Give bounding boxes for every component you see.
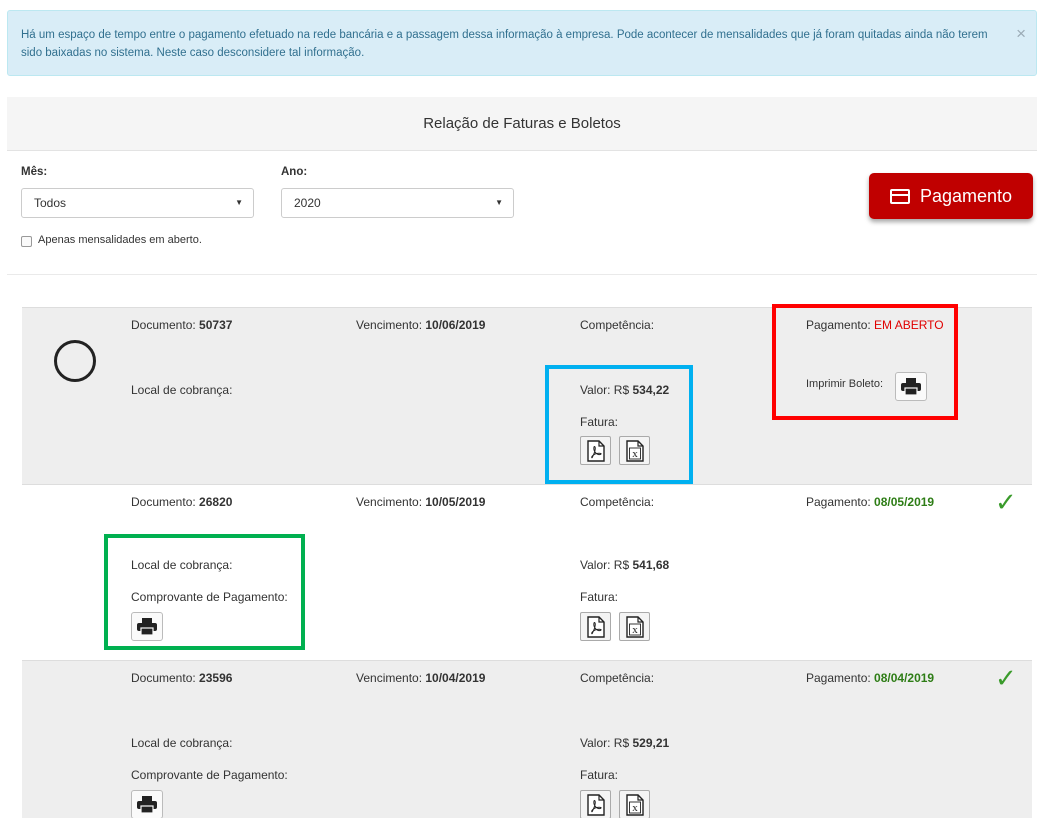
print-receipt-button[interactable] xyxy=(131,612,163,641)
printer-icon xyxy=(137,618,157,635)
pdf-download-button[interactable] xyxy=(580,790,611,818)
collection-location: Local de cobrança: xyxy=(131,383,233,397)
competence: Competência: xyxy=(580,318,655,332)
invoice-label: Fatura: xyxy=(580,415,619,429)
close-icon[interactable]: × xyxy=(1016,25,1026,42)
collection-location: Local de cobrança: xyxy=(131,558,233,572)
month-select-value: Todos xyxy=(34,196,67,210)
excel-download-button[interactable]: x xyxy=(619,436,650,465)
invoice-label: Fatura: xyxy=(580,768,619,782)
amount: Valor: R$ 541,68 xyxy=(580,558,670,572)
payment-button-label: Pagamento xyxy=(919,185,1013,206)
month-select[interactable]: Todos ▼ xyxy=(21,188,254,218)
collection-location: Local de cobrança: xyxy=(131,736,233,750)
payment-status: Pagamento: EM ABERTO xyxy=(806,318,944,332)
receipt-label: Comprovante de Pagamento: xyxy=(131,590,288,604)
pdf-download-button[interactable] xyxy=(580,612,611,641)
invoice-row: Documento: 23596 Vencimento: 10/04/2019 … xyxy=(22,660,1032,818)
printer-icon xyxy=(137,796,157,813)
excel-download-button[interactable]: x xyxy=(619,612,650,641)
document-number: Documento: 23596 xyxy=(131,671,233,685)
checkmark-icon: ✓ xyxy=(995,663,1017,693)
pdf-file-icon xyxy=(586,615,605,638)
amount: Valor: R$ 534,22 xyxy=(580,383,670,397)
svg-text:x: x xyxy=(632,624,638,636)
svg-text:x: x xyxy=(632,448,638,460)
amount: Valor: R$ 529,21 xyxy=(580,736,670,750)
payment-status: Pagamento: 08/04/2019 xyxy=(806,671,935,685)
due-date: Vencimento: 10/06/2019 xyxy=(356,318,486,332)
info-alert: Há um espaço de tempo entre o pagamento … xyxy=(7,10,1037,76)
due-date: Vencimento: 10/04/2019 xyxy=(356,671,486,685)
caret-down-icon: ▼ xyxy=(235,198,243,207)
open-only-checkbox[interactable] xyxy=(21,236,32,247)
excel-file-icon: x xyxy=(625,615,644,638)
panel-title: Relação de Faturas e Boletos xyxy=(7,97,1037,151)
excel-file-icon: x xyxy=(625,793,644,816)
competence: Competência: xyxy=(580,671,655,685)
year-select-value: 2020 xyxy=(294,196,321,210)
year-label: Ano: xyxy=(281,166,308,178)
pdf-download-button[interactable] xyxy=(580,436,611,465)
payment-button[interactable]: Pagamento xyxy=(869,173,1033,219)
excel-file-icon: x xyxy=(625,439,644,462)
checkmark-icon: ✓ xyxy=(995,487,1017,517)
credit-card-icon xyxy=(889,188,910,204)
caret-down-icon: ▼ xyxy=(495,198,503,207)
year-select[interactable]: 2020 ▼ xyxy=(281,188,514,218)
svg-text:x: x xyxy=(632,802,638,814)
receipt-label: Comprovante de Pagamento: xyxy=(131,768,288,782)
invoice-row: Documento: 26820 Vencimento: 10/05/2019 … xyxy=(22,484,1032,660)
open-only-checkbox-label: Apenas mensalidades em aberto. xyxy=(38,234,202,246)
invoice-label: Fatura: xyxy=(580,590,619,604)
competence: Competência: xyxy=(580,495,655,509)
excel-download-button[interactable]: x xyxy=(619,790,650,818)
open-circle-icon xyxy=(54,340,96,382)
document-number: Documento: 26820 xyxy=(131,495,233,509)
printer-icon xyxy=(901,378,921,395)
pdf-file-icon xyxy=(586,793,605,816)
month-label: Mês: xyxy=(21,166,48,178)
document-number: Documento: 50737 xyxy=(131,318,233,332)
due-date: Vencimento: 10/05/2019 xyxy=(356,495,486,509)
payment-status: Pagamento: 08/05/2019 xyxy=(806,495,935,509)
print-boleto-label: Imprimir Boleto: xyxy=(806,378,884,390)
alert-text: Há um espaço de tempo entre o pagamento … xyxy=(21,29,988,59)
pdf-file-icon xyxy=(586,439,605,462)
divider xyxy=(7,274,1037,275)
print-receipt-button[interactable] xyxy=(131,790,163,818)
invoice-row: Documento: 50737 Vencimento: 10/06/2019 … xyxy=(22,307,1032,484)
print-boleto-button[interactable] xyxy=(895,372,927,401)
